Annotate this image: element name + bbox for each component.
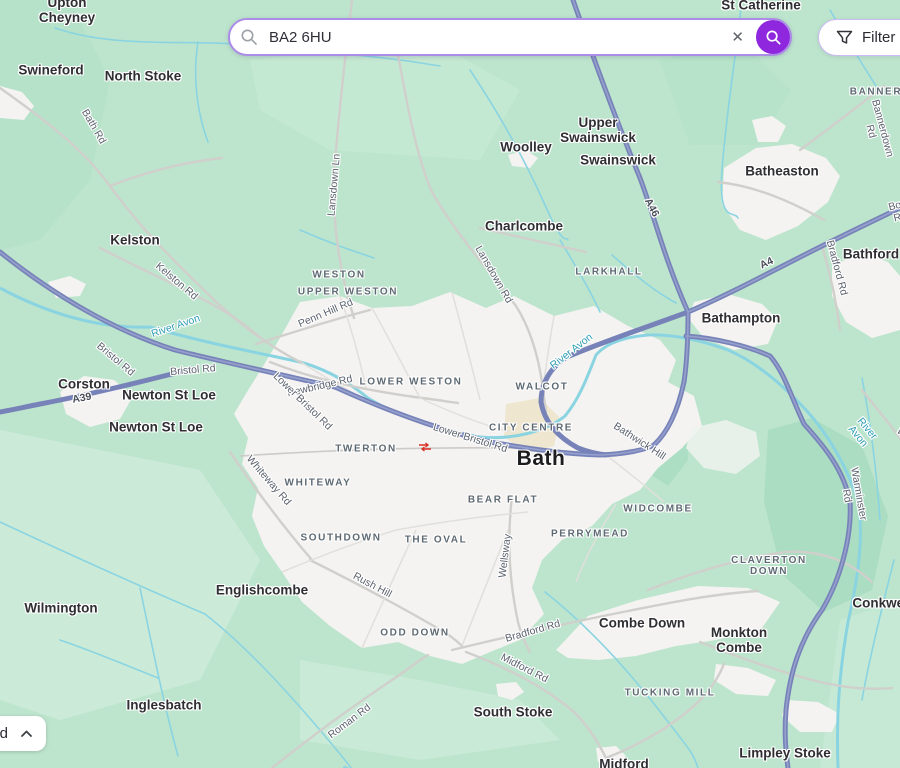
filter-button[interactable]: Filter [818, 19, 900, 56]
clear-search-icon[interactable]: ✕ [725, 28, 756, 46]
search-input[interactable] [267, 28, 725, 47]
chevron-up-icon [20, 729, 33, 738]
search-bar: ✕ [228, 18, 792, 56]
search-submit-button[interactable] [756, 20, 790, 54]
map-canvas[interactable]: Upton CheyneySwinefordNorth StokeSt Cath… [0, 0, 900, 768]
bottom-toggle-label: d [0, 725, 8, 742]
search-icon [240, 28, 258, 46]
map-graphics [0, 0, 900, 768]
search-submit-icon [765, 29, 782, 46]
filter-label: Filter [862, 29, 895, 46]
filter-icon [836, 30, 853, 45]
rail-station-icon [418, 439, 432, 457]
bottom-panel-toggle[interactable]: d [0, 716, 46, 751]
